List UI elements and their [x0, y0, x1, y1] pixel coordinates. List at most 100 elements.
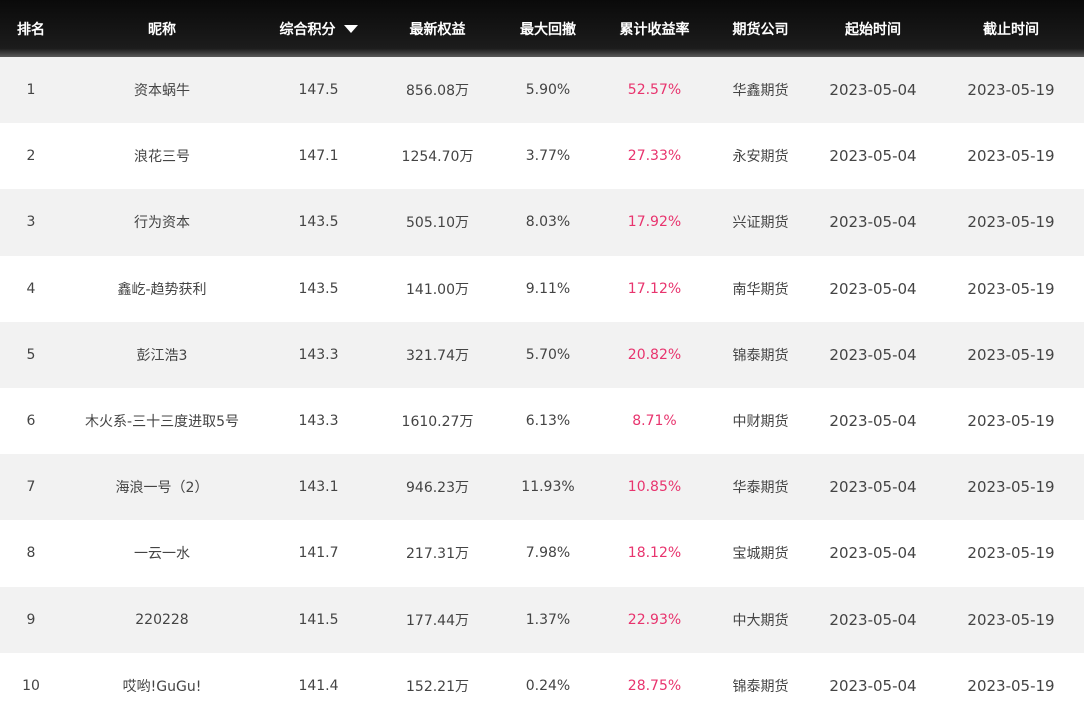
- nickname-cell: 220228: [62, 587, 262, 653]
- company-cell: 锦泰期货: [732, 347, 789, 364]
- drawdown-cell: 7.98%: [525, 545, 571, 562]
- start-date-cell: 2023-05-04: [829, 81, 917, 100]
- equity-cell: 152.21万: [406, 678, 469, 695]
- equity-cell: 141.00万: [406, 281, 469, 298]
- table-row: 8 一云一水 141.7 217.31万 7.98% 18.12% 宝城期货 2…: [0, 520, 1084, 587]
- start-date-cell: 2023-05-04: [829, 610, 917, 629]
- return-cell: 22.93%: [627, 611, 682, 628]
- score-cell: 143.1: [298, 479, 339, 496]
- score-cell: 141.5: [298, 611, 339, 628]
- table-body: 1 资本蜗牛 147.5 856.08万 5.90% 52.57% 华鑫期货 2…: [0, 57, 1084, 719]
- equity-cell: 505.10万: [406, 215, 469, 232]
- header-rank: 排名: [17, 21, 45, 38]
- table-row: 6 木火系-三十三度进取5号 143.3 1610.27万 6.13% 8.71…: [0, 387, 1084, 455]
- header-drawdown: 最大回撤: [520, 21, 576, 38]
- end-date-cell: 2023-05-19: [967, 610, 1055, 629]
- return-cell: 52.57%: [627, 82, 682, 99]
- return-cell: 28.75%: [627, 677, 682, 694]
- drawdown-cell: 5.70%: [525, 346, 571, 363]
- equity-cell: 321.74万: [406, 347, 469, 364]
- nickname-link[interactable]: 鑫屹-趋势获利: [117, 282, 206, 298]
- score-cell: 147.5: [298, 82, 339, 99]
- nickname-link[interactable]: 资本蜗牛: [134, 83, 190, 99]
- equity-cell: 1254.70万: [401, 149, 474, 166]
- company-cell: 兴证期货: [732, 215, 789, 232]
- rank-cell: 3: [26, 214, 36, 231]
- sort-desc-triangle-icon[interactable]: [343, 24, 358, 33]
- end-date-cell: 2023-05-19: [967, 81, 1055, 100]
- nickname-cell: 海浪一号（2）: [62, 454, 262, 520]
- table-row: 10 哎哟!GuGu! 141.4 152.21万 0.24% 28.75% 锦…: [0, 652, 1084, 719]
- header-return: 累计收益率: [619, 21, 690, 38]
- score-cell: 147.1: [298, 148, 339, 165]
- header-nickname: 昵称: [148, 21, 176, 38]
- drawdown-cell: 11.93%: [521, 479, 575, 496]
- company-cell: 南华期货: [732, 281, 789, 298]
- score-cell: 143.3: [298, 413, 339, 430]
- return-cell: 17.92%: [627, 214, 682, 231]
- end-date-cell: 2023-05-19: [967, 279, 1055, 298]
- header-end: 截止时间: [983, 21, 1039, 38]
- drawdown-cell: 1.37%: [525, 611, 571, 628]
- nickname-link[interactable]: 浪花三号: [134, 149, 190, 165]
- drawdown-cell: 5.90%: [525, 82, 571, 99]
- company-cell: 中大期货: [732, 612, 789, 629]
- header-start: 起始时间: [845, 21, 901, 38]
- start-date-cell: 2023-05-04: [829, 213, 917, 232]
- return-cell: 10.85%: [627, 479, 682, 496]
- nickname-link[interactable]: 哎哟!GuGu!: [123, 679, 202, 695]
- nickname-cell: 彭江浩3: [62, 322, 262, 388]
- equity-cell: 946.23万: [406, 480, 469, 497]
- table-row: 3 行为资本 143.5 505.10万 8.03% 17.92% 兴证期货 2…: [0, 189, 1084, 256]
- rank-cell: 4: [26, 280, 36, 297]
- nickname-link[interactable]: 海浪一号（2）: [116, 480, 209, 496]
- table-row: 5 彭江浩3 143.3 321.74万 5.70% 20.82% 锦泰期货 2…: [0, 321, 1084, 388]
- nickname-cell: 鑫屹-趋势获利: [62, 256, 262, 322]
- equity-cell: 217.31万: [406, 546, 469, 563]
- score-cell: 143.5: [298, 214, 339, 231]
- ranking-table: 排名 昵称 综合积分 最新权益 最大回撤 累计收益率 期货公司 起始时间 截止时…: [0, 0, 1084, 719]
- header-score-label: 综合积分: [279, 21, 336, 38]
- nickname-link[interactable]: 木火系-三十三度进取5号: [85, 414, 239, 430]
- table-row: 1 资本蜗牛 147.5 856.08万 5.90% 52.57% 华鑫期货 2…: [0, 57, 1084, 124]
- rank-cell: 8: [26, 545, 36, 562]
- table-row: 7 海浪一号（2） 143.1 946.23万 11.93% 10.85% 华泰…: [0, 454, 1084, 521]
- drawdown-cell: 6.13%: [525, 413, 571, 430]
- header-score-sort[interactable]: 综合积分: [262, 0, 375, 57]
- nickname-link[interactable]: 220228: [135, 612, 188, 628]
- end-date-cell: 2023-05-19: [967, 147, 1055, 166]
- table-row: 9 220228 141.5 177.44万 1.37% 22.93% 中大期货…: [0, 586, 1084, 653]
- return-cell: 27.33%: [627, 148, 682, 165]
- rank-cell: 5: [26, 346, 36, 363]
- drawdown-cell: 9.11%: [525, 280, 571, 297]
- start-date-cell: 2023-05-04: [829, 147, 917, 166]
- start-date-cell: 2023-05-04: [829, 412, 917, 431]
- rank-cell: 10: [22, 677, 40, 694]
- equity-cell: 1610.27万: [401, 414, 474, 431]
- table-row: 4 鑫屹-趋势获利 143.5 141.00万 9.11% 17.12% 南华期…: [0, 255, 1084, 322]
- nickname-cell: 哎哟!GuGu!: [62, 653, 262, 719]
- drawdown-cell: 3.77%: [525, 148, 571, 165]
- table-header-row: 排名 昵称 综合积分 最新权益 最大回撤 累计收益率 期货公司 起始时间 截止时…: [0, 0, 1084, 57]
- table-row: 2 浪花三号 147.1 1254.70万 3.77% 27.33% 永安期货 …: [0, 123, 1084, 190]
- nickname-cell: 一云一水: [62, 520, 262, 586]
- nickname-link[interactable]: 彭江浩3: [137, 348, 188, 364]
- return-cell: 18.12%: [627, 545, 682, 562]
- nickname-cell: 木火系-三十三度进取5号: [62, 388, 262, 454]
- end-date-cell: 2023-05-19: [967, 478, 1055, 497]
- nickname-cell: 资本蜗牛: [62, 57, 262, 123]
- start-date-cell: 2023-05-04: [829, 345, 917, 364]
- start-date-cell: 2023-05-04: [829, 676, 917, 695]
- end-date-cell: 2023-05-19: [967, 412, 1055, 431]
- end-date-cell: 2023-05-19: [967, 544, 1055, 563]
- company-cell: 锦泰期货: [732, 678, 789, 695]
- start-date-cell: 2023-05-04: [829, 279, 917, 298]
- company-cell: 宝城期货: [732, 546, 789, 563]
- nickname-cell: 行为资本: [62, 189, 262, 255]
- nickname-link[interactable]: 一云一水: [134, 546, 190, 562]
- rank-cell: 9: [26, 611, 36, 628]
- nickname-link[interactable]: 行为资本: [134, 215, 190, 231]
- rank-cell: 6: [26, 413, 36, 430]
- start-date-cell: 2023-05-04: [829, 544, 917, 563]
- score-cell: 141.4: [298, 677, 339, 694]
